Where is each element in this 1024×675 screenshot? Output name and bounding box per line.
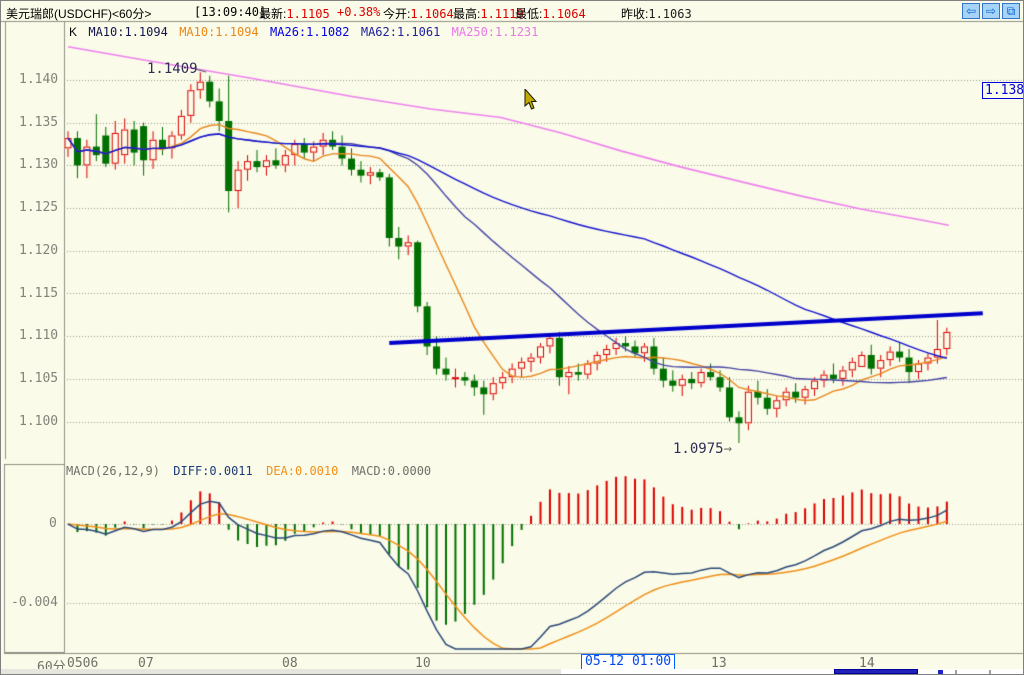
macd-tick-label: 0 [49,516,57,531]
chart-window: 美元瑞郎(USDCHF)<60分> [13:09:40] 最新:1.1105 +… [0,0,1024,675]
high-price-label: 最高: [453,7,481,21]
macd-tick-label: -0.004 [11,595,58,610]
price-macd-chart-canvas[interactable] [1,1,1023,674]
macd-value-label: MACD:0.0000 [351,464,432,478]
scrollbar-tick [989,670,991,674]
ma26-legend: MA26:1.1082 [270,25,350,39]
open-price-value: 1.1064 [410,7,454,21]
low-price-label: 最低: [515,7,543,21]
price-tick-label: 1.135 [19,114,59,130]
price-tick-label: 1.105 [19,370,59,386]
scrollbar-track[interactable] [561,669,1023,674]
price-tick-label: 1.125 [19,200,59,216]
price-tick-label: 1.115 [19,285,59,301]
cascade-windows-icon: ⧉ [1006,4,1016,18]
right-price-marker: 1.1381 [982,82,1023,99]
price-tick-label: 1.100 [19,413,59,429]
mouse-cursor [524,89,538,110]
open-price-label: 今开: [383,7,411,21]
macd-legend: MACD(26,12,9) DIFF:0.0011 DEA:0.0010 MAC… [66,464,431,478]
price-tick-label: 1.140 [19,72,59,87]
prev-close-field: 昨收:1.1063 [621,5,692,22]
ma10-legend-orange: MA10:1.1094 [179,25,259,39]
date-marker-box: 05-12 01:00 [581,654,676,670]
prev-close-label: 昨收: [621,7,649,21]
ma62-legend: MA62:1.1061 [360,25,441,39]
scrollbar-thumb[interactable] [834,669,918,674]
open-price-field: 今开:1.1064 [383,5,454,22]
arrow-left-icon: ⇦ [965,4,977,18]
horizontal-scrollbar[interactable] [1,669,1023,674]
diff-value-label: DIFF:0.0011 [173,464,253,478]
cascade-windows-button[interactable]: ⧉ [1002,3,1020,19]
peak-price-annotation: 1.1409 [147,61,198,77]
ma250-legend: MA250:1.1231 [451,25,539,39]
dea-value-label: DEA:0.0010 [266,464,339,478]
arrow-right-icon: → [723,441,733,457]
clock: [13:09:40] [194,5,267,19]
change-percent: +0.38% [337,5,381,19]
price-tick-label: 1.110 [19,328,59,344]
price-tick-label: 1.120 [19,242,59,258]
back-button[interactable]: ⇦ [962,3,980,19]
ma10-legend-dark: MA10:1.1094 [88,25,168,39]
low-price-annotation: 1.0975→ [673,441,732,457]
scrollbar-tick-blue [938,670,943,674]
arrow-right-icon: ⇨ [985,4,997,18]
high-price-field: 最高:1.1119 [453,5,524,22]
last-price-value: 1.1105 [286,7,330,21]
low-price-value: 1.0975 [673,441,724,457]
price-tick-label: 1.130 [19,157,59,173]
macd-params-label: MACD(26,12,9) [66,464,160,478]
low-price-value: 1.1064 [542,7,586,21]
forward-button[interactable]: ⇨ [982,3,1000,19]
ma-legend: K MA10:1.1094 MA10:1.1094 MA26:1.1082 MA… [69,25,538,39]
symbol-title: 美元瑞郎(USDCHF)<60分> [6,7,152,21]
low-price-field: 最低:1.1064 [515,5,586,22]
prev-close-value: 1.1063 [648,7,692,21]
scrollbar-tick [955,670,957,674]
last-price-field: 最新:1.1105 [259,5,330,22]
k-legend-label: K [69,25,78,39]
last-price-label: 最新: [259,7,287,21]
